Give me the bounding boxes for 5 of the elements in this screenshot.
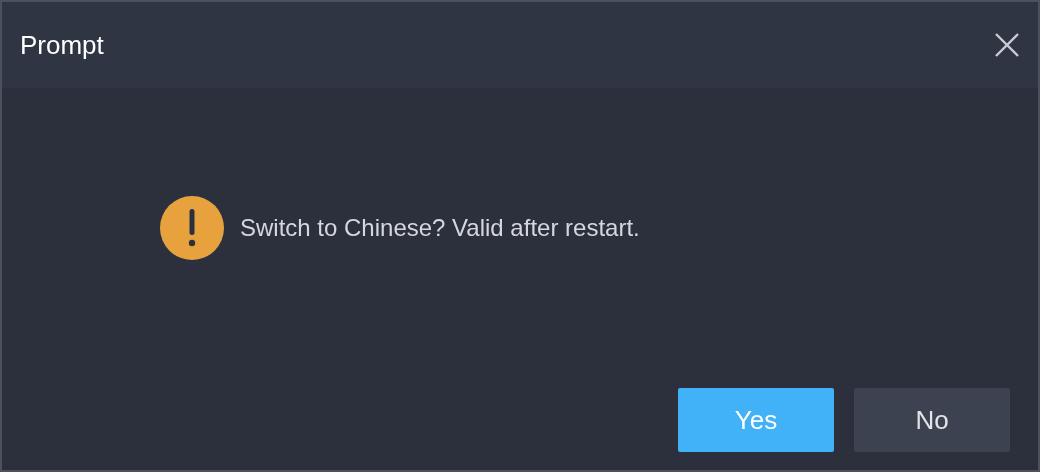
cancel-button[interactable]: No <box>854 388 1010 452</box>
close-icon[interactable] <box>994 32 1020 58</box>
warning-icon <box>160 196 224 260</box>
message-text: Switch to Chinese? Valid after restart. <box>240 214 640 242</box>
dialog-title: Prompt <box>20 29 104 61</box>
